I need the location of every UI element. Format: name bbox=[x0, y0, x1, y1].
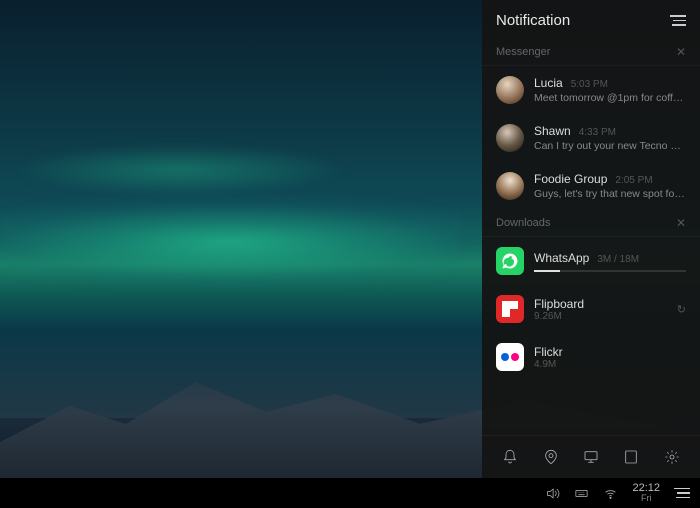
message-item[interactable]: Foodie Group 2:05 PM Guys, let's try tha… bbox=[482, 162, 700, 210]
message-time: 5:03 PM bbox=[571, 79, 608, 90]
download-progress-text: 3M / 18M bbox=[597, 254, 639, 265]
notification-panel: Notification Messenger ✕ Lucia 5:03 PM M… bbox=[482, 0, 700, 478]
panel-menu-icon[interactable] bbox=[670, 15, 686, 26]
message-preview: Meet tomorrow @1pm for coffee? bbox=[534, 92, 686, 104]
keyboard-icon[interactable] bbox=[574, 486, 589, 501]
panel-title: Notification bbox=[496, 12, 570, 29]
section-header-downloads: Downloads ✕ bbox=[482, 210, 700, 237]
avatar bbox=[496, 124, 524, 152]
clock-day: Fri bbox=[632, 494, 660, 504]
avatar bbox=[496, 76, 524, 104]
download-progress-bar bbox=[534, 270, 686, 272]
wallpaper-aurora bbox=[0, 140, 460, 310]
taskbar-clock[interactable]: 22:12 Fri bbox=[632, 482, 660, 504]
flipboard-icon bbox=[496, 295, 524, 323]
location-icon[interactable] bbox=[542, 448, 560, 466]
section-label: Messenger bbox=[496, 46, 550, 58]
section-header-messenger: Messenger ✕ bbox=[482, 39, 700, 66]
taskbar-menu-icon[interactable] bbox=[674, 488, 690, 499]
settings-icon[interactable] bbox=[663, 448, 681, 466]
download-name: Flickr bbox=[534, 345, 686, 359]
volume-icon[interactable] bbox=[545, 486, 560, 501]
tablet-icon[interactable] bbox=[622, 448, 640, 466]
message-item[interactable]: Lucia 5:03 PM Meet tomorrow @1pm for cof… bbox=[482, 66, 700, 114]
taskbar: 22:12 Fri bbox=[0, 478, 700, 508]
section-label: Downloads bbox=[496, 217, 550, 229]
message-time: 4:33 PM bbox=[579, 127, 616, 138]
bell-icon[interactable] bbox=[501, 448, 519, 466]
download-item[interactable]: WhatsApp 3M / 18M bbox=[482, 237, 700, 285]
wifi-icon[interactable] bbox=[603, 486, 618, 501]
monitor-icon[interactable] bbox=[582, 448, 600, 466]
download-name: Flipboard bbox=[534, 297, 667, 311]
retry-icon[interactable]: ↻ bbox=[677, 303, 686, 316]
message-preview: Guys, let's try that new spot for dinner… bbox=[534, 188, 686, 200]
download-name: WhatsApp bbox=[534, 251, 589, 265]
panel-header: Notification bbox=[482, 0, 700, 39]
download-size: 9.26M bbox=[534, 311, 667, 322]
flickr-icon bbox=[496, 343, 524, 371]
download-size: 4.9M bbox=[534, 359, 686, 370]
message-sender: Foodie Group bbox=[534, 172, 607, 186]
message-time: 2:05 PM bbox=[615, 175, 652, 186]
message-sender: Shawn bbox=[534, 124, 571, 138]
download-item[interactable]: Flickr 4.9M bbox=[482, 333, 700, 381]
close-icon[interactable]: ✕ bbox=[676, 45, 686, 59]
avatar bbox=[496, 172, 524, 200]
download-item[interactable]: Flipboard 9.26M ↻ bbox=[482, 285, 700, 333]
message-sender: Lucia bbox=[534, 76, 563, 90]
whatsapp-icon bbox=[496, 247, 524, 275]
message-preview: Can I try out your new Tecno Remix tab..… bbox=[534, 140, 686, 152]
close-icon[interactable]: ✕ bbox=[676, 216, 686, 230]
message-item[interactable]: Shawn 4:33 PM Can I try out your new Tec… bbox=[482, 114, 700, 162]
panel-footer bbox=[482, 435, 700, 478]
